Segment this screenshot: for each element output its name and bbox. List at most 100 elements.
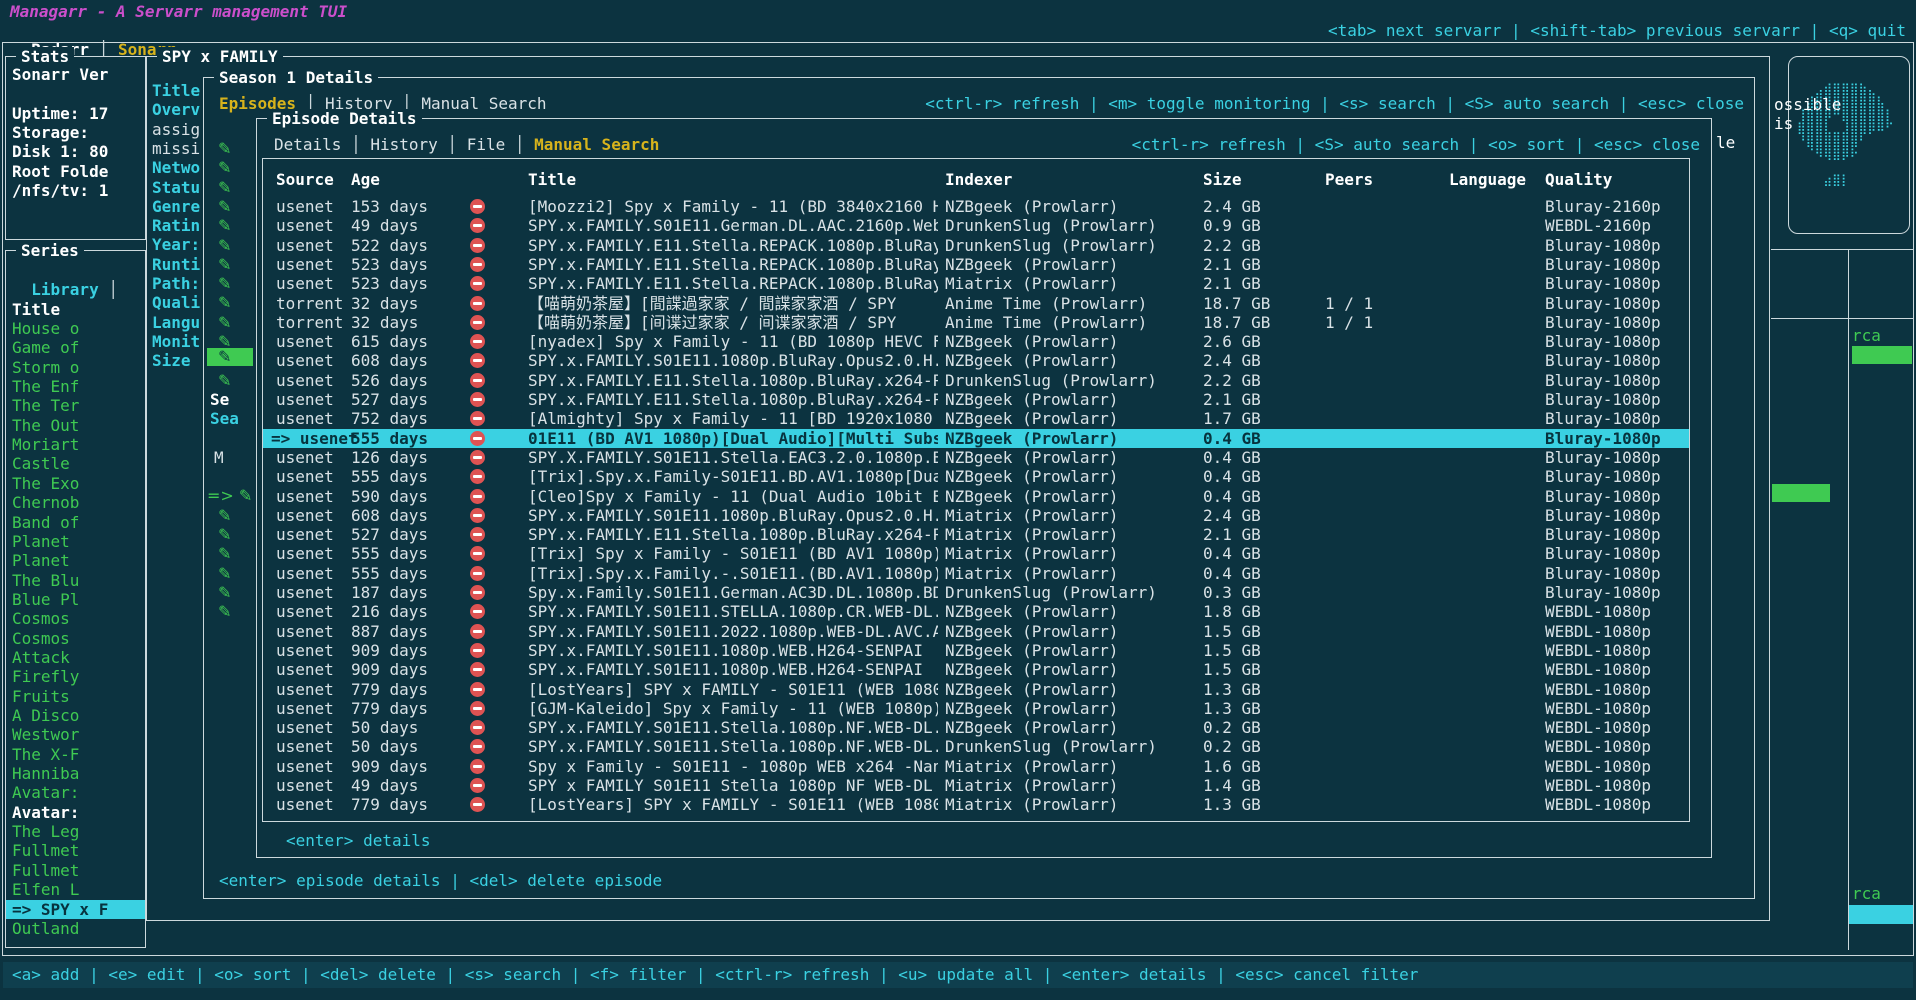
search-result-row[interactable]: usenet126 daysSPY.X.FAMILY.S01E11.Stella… (263, 448, 1689, 467)
series-list-item[interactable]: The Enf (12, 377, 79, 396)
search-result-row[interactable]: usenet779 days[GJM-Kaleido] Spy x Family… (263, 699, 1689, 718)
search-result-row[interactable]: usenet779 days[LostYears] SPY x FAMILY -… (263, 795, 1689, 814)
tab-file[interactable]: File (467, 135, 506, 154)
series-list-item[interactable]: Moriart (12, 435, 79, 454)
cell-age: 779 days (351, 699, 428, 718)
search-result-row[interactable]: usenet216 daysSPY.x.FAMILY.S01E11.STELLA… (263, 602, 1689, 621)
search-result-row[interactable]: usenet887 daysSPY.x.FAMILY.S01E11.2022.1… (263, 622, 1689, 641)
series-list-item[interactable]: The X-F (12, 745, 79, 764)
search-result-row[interactable]: usenet522 daysSPY.x.FAMILY.E11.Stella.RE… (263, 236, 1689, 255)
series-list-item[interactable]: Westwor (12, 725, 79, 744)
column-header-peers[interactable]: Peers (1325, 170, 1373, 189)
series-list-item[interactable]: Game of (12, 338, 79, 357)
column-header-source[interactable]: Source (276, 170, 334, 189)
series-list-item[interactable]: Avatar: (12, 803, 79, 822)
series-list-item[interactable]: House o (12, 319, 79, 338)
column-header-size[interactable]: Size (1203, 170, 1242, 189)
series-list-item[interactable]: The Out (12, 416, 79, 435)
tab-details[interactable]: Details (274, 135, 341, 154)
series-list-item[interactable]: Band of (12, 513, 79, 532)
series-list-item[interactable]: The Blu (12, 571, 79, 590)
search-result-row[interactable]: => usenet555 days01E11 (BD AV1 1080p)[Du… (263, 429, 1689, 448)
search-result-row[interactable]: usenet153 days[Moozzi2] Spy x Family - 1… (263, 197, 1689, 216)
column-header-quality[interactable]: Quality (1545, 170, 1612, 189)
series-list-item[interactable]: The Exo (12, 474, 79, 493)
series-list-item[interactable]: Outland (12, 919, 79, 938)
search-result-row[interactable]: usenet909 daysSPY.x.FAMILY.S01E11.1080p.… (263, 660, 1689, 679)
search-result-row[interactable]: usenet752 days[Almighty] Spy x Family - … (263, 409, 1689, 428)
tab-manual-search[interactable]: Manual Search (534, 135, 659, 154)
search-result-row[interactable]: usenet50 daysSPY.x.FAMILY.S01E11.Stella.… (263, 737, 1689, 756)
cell-size: 2.4 GB (1203, 351, 1261, 370)
cell-title: SPY.x.FAMILY.S01E11.1080p.BluRay.Opus2.0… (528, 351, 938, 370)
series-field-label: Statu (152, 178, 200, 197)
cell-indexer: NZBgeek (Prowlarr) (945, 351, 1118, 370)
cell-indexer: Anime Time (Prowlarr) (945, 294, 1147, 313)
series-list-item[interactable]: Fruits (12, 687, 70, 706)
series-field-label: Monit (152, 332, 200, 351)
search-result-row[interactable]: torrent32 days【喵萌奶茶屋】[间谍过家家 / 间谍家家酒 / SP… (263, 313, 1689, 332)
series-list-item[interactable]: Chernob (12, 493, 79, 512)
series-list-item[interactable]: Storm o (12, 358, 79, 377)
tab-library[interactable]: Library (31, 280, 98, 299)
search-result-row[interactable]: usenet523 daysSPY.x.FAMILY.E11.Stella.RE… (263, 274, 1689, 293)
search-result-row[interactable]: usenet527 daysSPY.x.FAMILY.E11.Stella.10… (263, 390, 1689, 409)
series-list-item[interactable]: Blue Pl (12, 590, 79, 609)
series-list-item[interactable]: Fullmet (12, 861, 79, 880)
search-result-row[interactable]: usenet526 daysSPY.x.FAMILY.E11.Stella.10… (263, 371, 1689, 390)
rejected-icon (470, 489, 485, 504)
series-panel-title: Series (16, 241, 84, 260)
series-list-item[interactable]: The Ter (12, 396, 79, 415)
search-result-row[interactable]: usenet50 daysSPY.x.FAMILY.S01E11.Stella.… (263, 718, 1689, 737)
search-result-row[interactable]: usenet608 daysSPY.x.FAMILY.S01E11.1080p.… (263, 351, 1689, 370)
series-list-item[interactable]: Cosmos (12, 629, 70, 648)
column-header-indexer[interactable]: Indexer (945, 170, 1012, 189)
stats-line: Disk 1: 80 (12, 142, 108, 161)
tab-manual-search[interactable]: Manual Search (421, 94, 546, 113)
cell-size: 1.5 GB (1203, 660, 1261, 679)
tab-history[interactable]: History (370, 135, 437, 154)
cell-quality: Bluray-1080p (1545, 564, 1661, 583)
search-result-row[interactable]: usenet523 daysSPY.x.FAMILY.E11.Stella.RE… (263, 255, 1689, 274)
search-result-row[interactable]: usenet187 daysSpy.x.Family.S01E11.German… (263, 583, 1689, 602)
cell-age: 32 days (351, 313, 418, 332)
search-result-row[interactable]: usenet555 days[Trix].Spy.x.Family.-.S01E… (263, 564, 1689, 583)
series-list-item[interactable]: => SPY x F (6, 900, 145, 919)
series-list-item[interactable]: Planet (12, 551, 70, 570)
series-list-item[interactable]: Fullmet (12, 841, 79, 860)
cell-size: 0.4 GB (1203, 429, 1261, 448)
stats-line: Uptime: 17 (12, 104, 108, 123)
search-result-row[interactable]: usenet608 daysSPY.x.FAMILY.S01E11.1080p.… (263, 506, 1689, 525)
cell-quality: Bluray-1080p (1545, 255, 1661, 274)
search-result-row[interactable]: usenet779 days[LostYears] SPY x FAMILY -… (263, 680, 1689, 699)
series-list-item[interactable]: Attack (12, 648, 70, 667)
series-list-item[interactable]: Castle (12, 454, 70, 473)
series-list-item[interactable]: Planet (12, 532, 70, 551)
cell-quality: Bluray-1080p (1545, 525, 1661, 544)
search-result-row[interactable]: usenet555 days[Trix].Spy.x.Family-S01E11… (263, 467, 1689, 486)
search-result-row[interactable]: usenet909 daysSpy x Family - S01E11 - 10… (263, 757, 1689, 776)
search-result-row[interactable]: usenet590 days[Cleo]Spy x Family - 11 (D… (263, 487, 1689, 506)
cell-quality: Bluray-1080p (1545, 236, 1661, 255)
search-result-row[interactable]: usenet527 daysSPY.x.FAMILY.E11.Stella.10… (263, 525, 1689, 544)
search-result-row[interactable]: usenet909 daysSPY.x.FAMILY.S01E11.1080p.… (263, 641, 1689, 660)
series-list-item[interactable]: Avatar: (12, 783, 79, 802)
search-result-row[interactable]: usenet615 days[nyadex] Spy x Family - 11… (263, 332, 1689, 351)
series-list-item[interactable]: Hanniba (12, 764, 79, 783)
search-result-row[interactable]: usenet555 days[Trix] Spy x Family - S01E… (263, 544, 1689, 563)
global-keybinds: <tab> next servarr | <shift-tab> previou… (1328, 21, 1906, 40)
series-list-item[interactable]: Elfen L (12, 880, 79, 899)
column-header-language[interactable]: Language (1449, 170, 1526, 189)
column-header-title[interactable]: Title (528, 170, 576, 189)
search-result-row[interactable]: torrent32 days【喵萌奶茶屋】[間諜過家家 / 間諜家家酒 / SP… (263, 294, 1689, 313)
edit-pencil-icon: ✎ (218, 255, 231, 274)
search-result-row[interactable]: usenet49 daysSPY x FAMILY S01E11 Stella … (263, 776, 1689, 795)
search-result-row[interactable]: usenet49 daysSPY.x.FAMILY.S01E11.German.… (263, 216, 1689, 235)
footer-bar: <a> add | <e> edit | <o> sort | <del> de… (3, 962, 1913, 988)
series-list-item[interactable]: A Disco (12, 706, 79, 725)
cell-source: usenet (276, 680, 334, 699)
series-list-item[interactable]: Firefly (12, 667, 79, 686)
series-list-item[interactable]: Cosmos (12, 609, 70, 628)
column-header-age[interactable]: Age (351, 170, 380, 189)
series-list-item[interactable]: The Leg (12, 822, 79, 841)
